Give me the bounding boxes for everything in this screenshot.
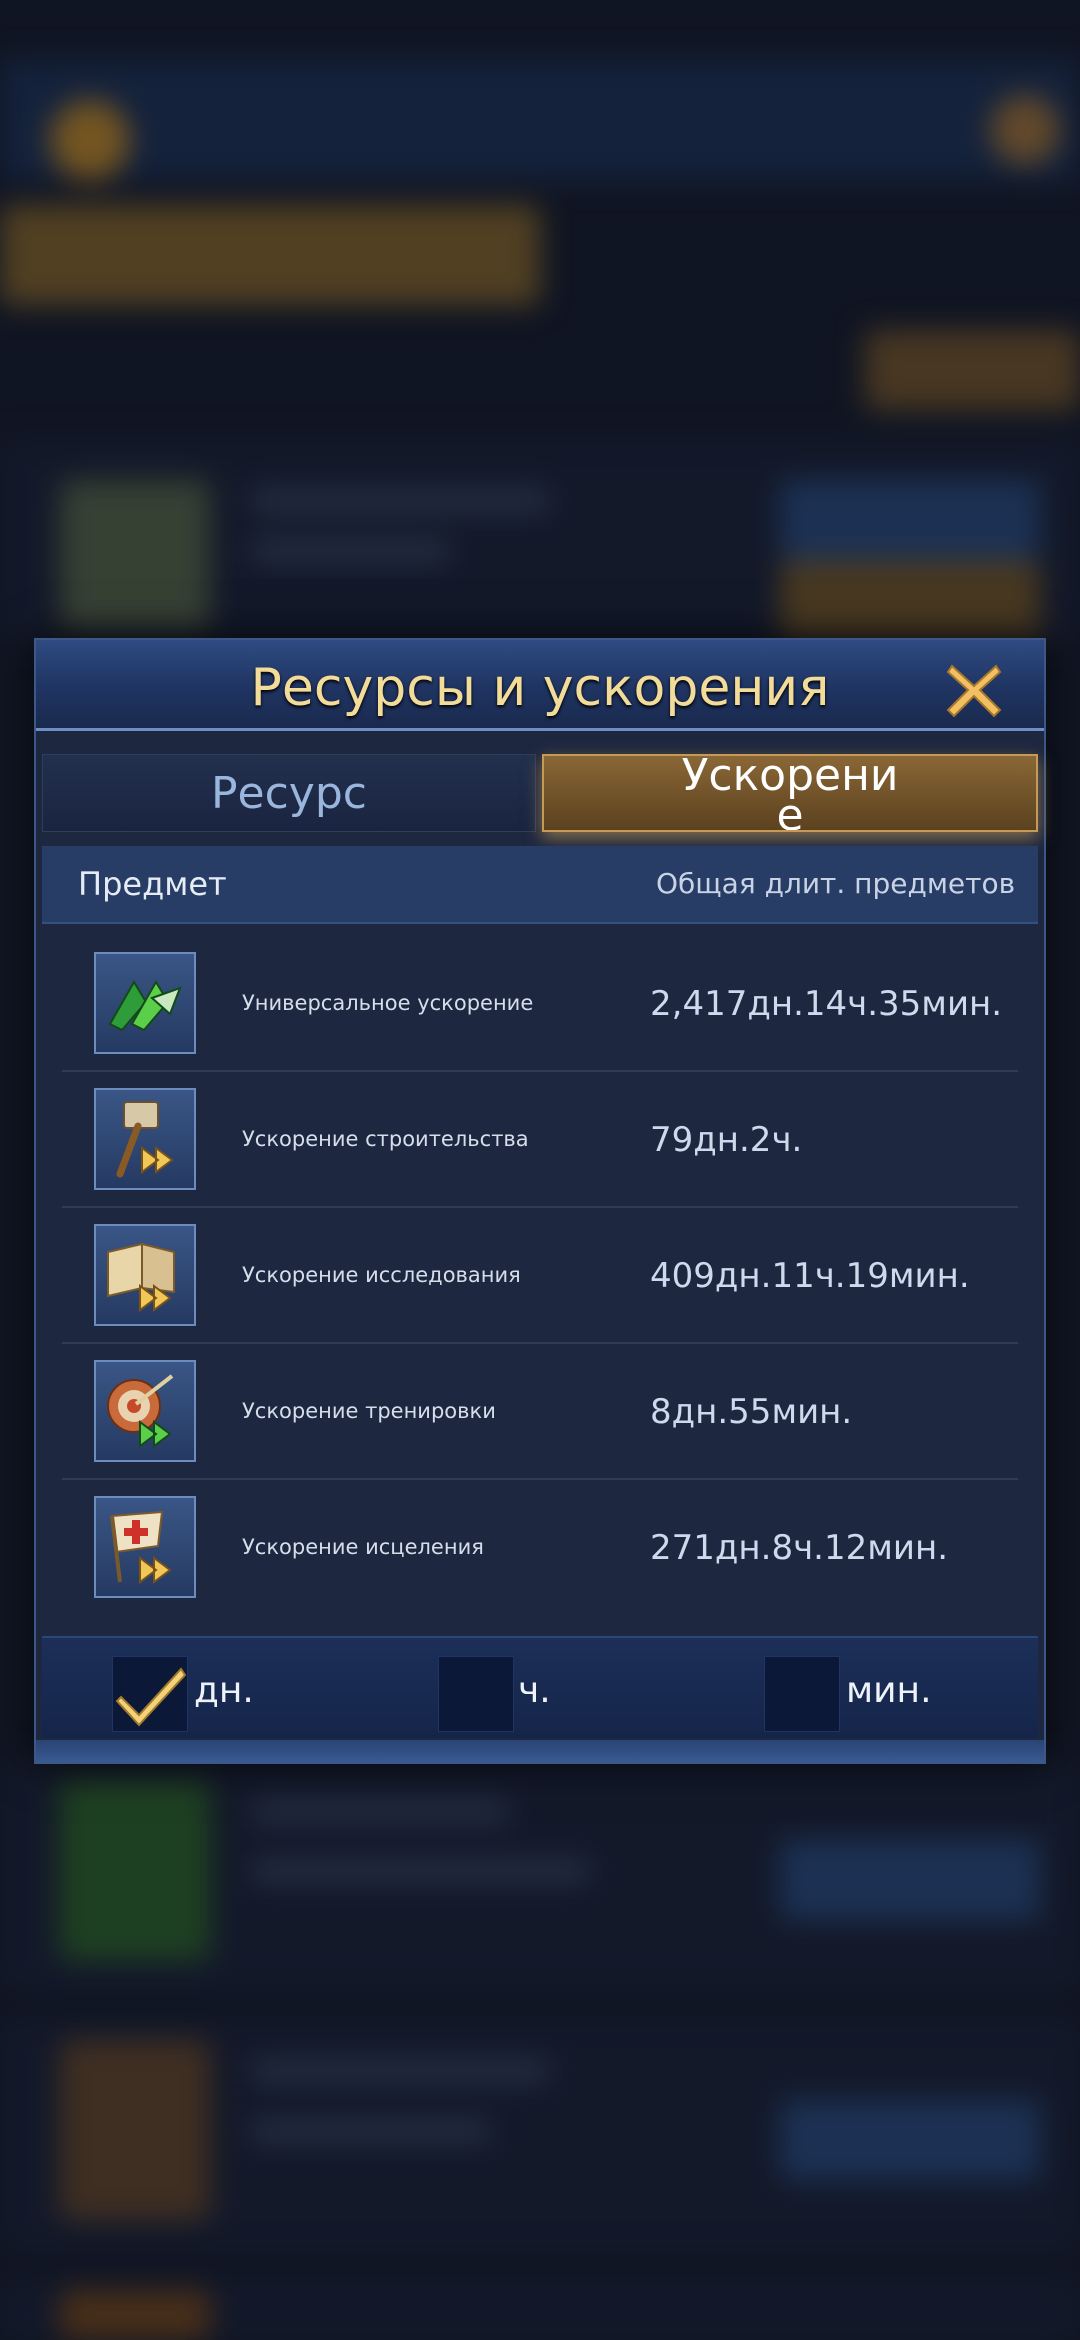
resources-dialog: Ресурсы и ускорения Ресурс Ускорение Пре…	[34, 638, 1046, 1764]
close-icon[interactable]	[942, 658, 1006, 722]
list-item: Ускорение строительства 79дн.2ч.	[62, 1072, 1018, 1208]
item-name: Ускорение исцеления	[242, 1535, 484, 1559]
unit-selector: дн. ч. мин.	[42, 1636, 1038, 1738]
dialog-header: Ресурсы и ускорения	[36, 640, 1044, 731]
item-name: Ускорение тренировки	[242, 1399, 496, 1423]
item-name: Универсальное ускорение	[242, 991, 534, 1015]
tab-bar: Ресурс Ускорение	[42, 754, 1038, 834]
hours-label: ч.	[518, 1670, 551, 1711]
item-name: Ускорение исследования	[242, 1263, 521, 1287]
column-item: Предмет	[78, 865, 227, 903]
minutes-label: мин.	[846, 1670, 932, 1711]
tab-boost-label: Ускорение	[681, 754, 899, 832]
item-value: 271дн.8ч.12мин.	[650, 1528, 949, 1568]
minutes-checkbox[interactable]	[764, 1656, 840, 1732]
healing-speedup-icon	[94, 1496, 196, 1598]
boost-list: Универсальное ускорение 2,417дн.14ч.35ми…	[62, 936, 1018, 1614]
dialog-title: Ресурсы и ускорения	[250, 658, 830, 718]
item-value: 2,417дн.14ч.35мин.	[650, 984, 1003, 1024]
list-item: Ускорение исцеления 271дн.8ч.12мин.	[62, 1480, 1018, 1614]
item-value: 79дн.2ч.	[650, 1120, 803, 1160]
dialog-bottom-edge	[36, 1740, 1044, 1762]
universal-speedup-icon	[94, 952, 196, 1054]
column-header: Предмет Общая длит. предметов	[42, 846, 1038, 924]
column-total: Общая длит. предметов	[656, 867, 1016, 900]
construction-speedup-icon	[94, 1088, 196, 1190]
hours-checkbox[interactable]	[438, 1656, 514, 1732]
item-name: Ускорение строительства	[242, 1127, 529, 1151]
days-label: дн.	[194, 1670, 254, 1711]
list-item: Универсальное ускорение 2,417дн.14ч.35ми…	[62, 936, 1018, 1072]
tab-resource[interactable]: Ресурс	[42, 754, 536, 832]
checkmark-icon	[115, 1667, 187, 1727]
list-item: Ускорение тренировки 8дн.55мин.	[62, 1344, 1018, 1480]
tab-resource-label: Ресурс	[211, 768, 367, 819]
item-value: 8дн.55мин.	[650, 1392, 853, 1432]
training-speedup-icon	[94, 1360, 196, 1462]
days-checkbox[interactable]	[112, 1656, 188, 1732]
list-item: Ускорение исследования 409дн.11ч.19мин.	[62, 1208, 1018, 1344]
item-value: 409дн.11ч.19мин.	[650, 1256, 970, 1296]
research-speedup-icon	[94, 1224, 196, 1326]
tab-boost[interactable]: Ускорение	[542, 754, 1038, 832]
